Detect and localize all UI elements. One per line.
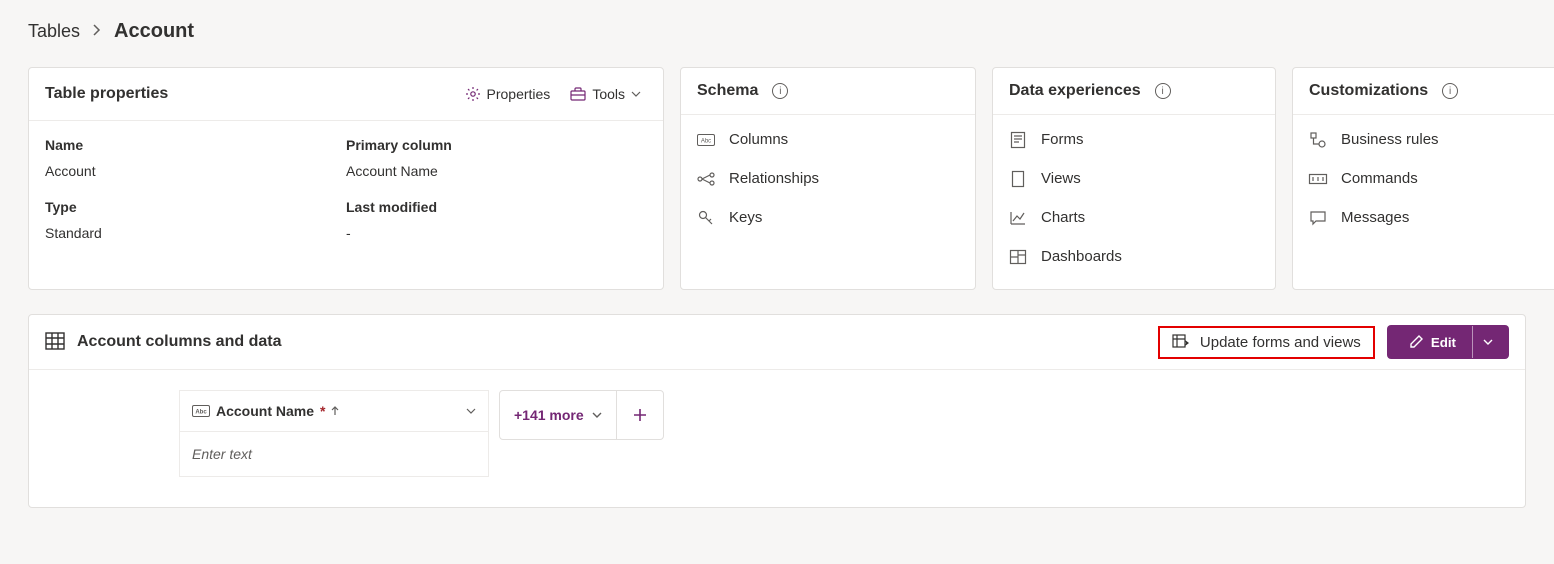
views-icon	[1009, 171, 1027, 187]
dashboards-link[interactable]: Dashboards	[1009, 248, 1259, 265]
chart-icon	[1009, 211, 1027, 225]
schema-columns-label: Columns	[729, 131, 788, 148]
chevron-right-icon	[92, 21, 102, 42]
table-icon	[45, 332, 65, 353]
plus-icon	[633, 408, 647, 422]
schema-columns-link[interactable]: Abc Columns	[697, 131, 959, 148]
prop-type-label: Type	[45, 199, 346, 215]
messages-label: Messages	[1341, 209, 1409, 226]
data-panel: Account columns and data Update forms an…	[28, 314, 1526, 508]
column-account-name: Abc Account Name * Enter text	[179, 390, 489, 477]
chevron-down-icon	[592, 412, 602, 418]
edit-button[interactable]: Edit	[1387, 325, 1509, 359]
table-properties-card: Table properties Properties Tools Name P…	[28, 67, 664, 290]
schema-relationships-label: Relationships	[729, 170, 819, 187]
message-icon	[1309, 211, 1327, 225]
columns-icon: Abc	[697, 134, 715, 146]
info-icon[interactable]: i	[1442, 83, 1458, 99]
customizations-card: Customizations i Business rules Commands…	[1292, 67, 1554, 290]
prop-type-value: Standard	[45, 225, 346, 241]
column-header-label: Account Name	[216, 403, 314, 419]
gear-icon	[465, 86, 481, 102]
edit-button-split[interactable]	[1472, 326, 1503, 358]
breadcrumb-current: Account	[114, 20, 194, 43]
column-input[interactable]: Enter text	[180, 432, 488, 476]
commands-icon	[1309, 174, 1327, 184]
info-icon[interactable]: i	[1155, 83, 1171, 99]
experiences-card-title: Data experiences	[1009, 82, 1141, 100]
svg-text:Abc: Abc	[195, 410, 207, 416]
properties-card-title: Table properties	[45, 85, 168, 103]
experiences-card: Data experiences i Forms Views Charts Da…	[992, 67, 1276, 290]
schema-card-title: Schema	[697, 82, 758, 100]
edit-button-label: Edit	[1431, 335, 1456, 350]
views-link[interactable]: Views	[1009, 170, 1259, 187]
forms-label: Forms	[1041, 131, 1084, 148]
charts-label: Charts	[1041, 209, 1085, 226]
prop-modified-label: Last modified	[346, 199, 647, 215]
prop-primary-value: Account Name	[346, 163, 647, 179]
forms-link[interactable]: Forms	[1009, 131, 1259, 148]
more-columns-label: +141 more	[514, 407, 584, 423]
chevron-down-icon	[466, 408, 476, 414]
update-icon	[1172, 334, 1190, 350]
info-icon[interactable]: i	[772, 83, 788, 99]
dashboard-icon	[1009, 250, 1027, 264]
customizations-card-title: Customizations	[1309, 82, 1428, 100]
prop-name-value: Account	[45, 163, 346, 179]
more-columns-button[interactable]: +141 more	[500, 407, 616, 423]
keys-icon	[697, 210, 715, 226]
messages-link[interactable]: Messages	[1309, 209, 1554, 226]
business-rules-label: Business rules	[1341, 131, 1439, 148]
update-button-label: Update forms and views	[1200, 334, 1361, 351]
flow-icon	[1309, 132, 1327, 148]
relationships-icon	[697, 172, 715, 186]
add-column-button[interactable]	[616, 391, 663, 439]
prop-name-label: Name	[45, 137, 346, 153]
views-label: Views	[1041, 170, 1081, 187]
pencil-icon	[1409, 335, 1423, 349]
breadcrumb-root[interactable]: Tables	[28, 21, 80, 42]
cards-row: Table properties Properties Tools Name P…	[28, 67, 1526, 290]
tools-action-label: Tools	[592, 86, 625, 102]
more-columns-chip: +141 more	[499, 390, 664, 440]
required-indicator: *	[320, 403, 325, 419]
schema-keys-label: Keys	[729, 209, 762, 226]
prop-modified-value: -	[346, 225, 647, 241]
commands-link[interactable]: Commands	[1309, 170, 1554, 187]
toolbox-icon	[570, 87, 586, 101]
svg-text:Abc: Abc	[701, 138, 711, 144]
commands-label: Commands	[1341, 170, 1418, 187]
sort-asc-icon	[331, 406, 339, 416]
update-forms-views-button[interactable]: Update forms and views	[1158, 326, 1375, 359]
charts-link[interactable]: Charts	[1009, 209, 1259, 226]
properties-action[interactable]: Properties	[459, 82, 557, 106]
dashboards-label: Dashboards	[1041, 248, 1122, 265]
chevron-down-icon	[631, 91, 641, 97]
properties-action-label: Properties	[487, 86, 551, 102]
chevron-down-icon	[1483, 339, 1493, 345]
column-header[interactable]: Abc Account Name *	[180, 391, 488, 432]
schema-keys-link[interactable]: Keys	[697, 209, 959, 226]
schema-card: Schema i Abc Columns Relationships Keys	[680, 67, 976, 290]
text-field-icon: Abc	[192, 405, 210, 417]
breadcrumb: Tables Account	[28, 20, 1526, 43]
form-icon	[1009, 132, 1027, 148]
schema-relationships-link[interactable]: Relationships	[697, 170, 959, 187]
business-rules-link[interactable]: Business rules	[1309, 131, 1554, 148]
tools-action[interactable]: Tools	[564, 82, 647, 106]
prop-primary-label: Primary column	[346, 137, 647, 153]
data-panel-title: Account columns and data	[77, 333, 281, 351]
